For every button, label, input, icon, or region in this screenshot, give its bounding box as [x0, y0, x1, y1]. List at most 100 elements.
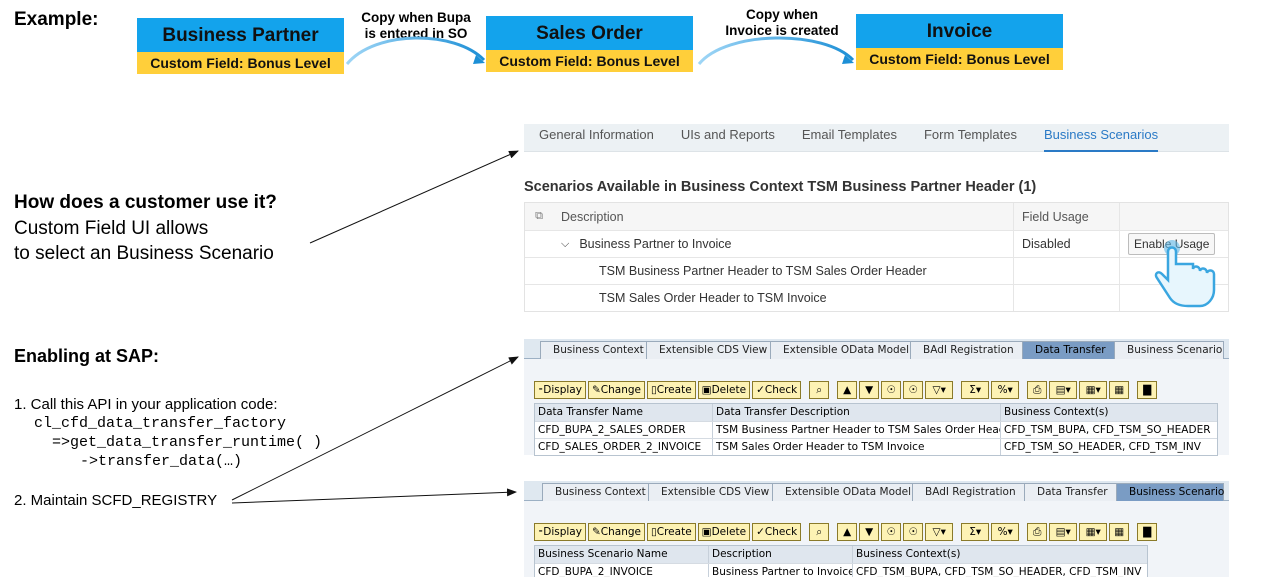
table-row[interactable]: CFD_BUPA_2_SALES_ORDER TSM Business Part…	[535, 421, 1217, 438]
usage-line-2: to select an Business Scenario	[14, 243, 274, 264]
gui-body: ⁃Display ✎Change ▯Create ▣Delete ✓Check …	[524, 359, 1229, 456]
chevron-down-icon[interactable]: ⌵	[561, 238, 569, 251]
change-button[interactable]: ✎Change	[587, 523, 645, 541]
scenarios-heading: Scenarios Available in Business Context …	[524, 179, 1037, 195]
usage-line-1: Custom Field UI allows	[14, 218, 209, 239]
flow-caption-so-to-invoice: Copy when Invoice is created	[712, 7, 852, 39]
box-field: Custom Field: Bonus Level	[856, 48, 1063, 70]
button-label: Change	[600, 384, 641, 396]
details-icon[interactable]: ⌕	[809, 381, 830, 399]
filter-icon[interactable]: ▽▾	[925, 523, 954, 541]
sort-descending-icon[interactable]: ▼	[859, 381, 880, 399]
tab-business-scenarios[interactable]: Business Scenarios	[1043, 124, 1159, 152]
button-label: Create	[656, 384, 692, 396]
sort-descending-icon[interactable]: ▼	[859, 523, 880, 541]
print-icon[interactable]: ⎙	[1027, 381, 1048, 399]
cell-business-context: CFD_TSM_BUPA, CFD_TSM_SO_HEADER	[1004, 424, 1211, 436]
create-button[interactable]: ▯Create	[646, 381, 696, 399]
tab-extensible-odata-model[interactable]: Extensible OData Model	[770, 341, 912, 359]
subtotal-icon[interactable]: %▾	[991, 523, 1020, 541]
button-label: Delete	[711, 384, 747, 396]
layout-icon[interactable]: ▦	[1109, 523, 1130, 541]
copy-icon[interactable]: ⧉	[525, 210, 553, 223]
tab-badi-registration[interactable]: BAdI Registration	[910, 341, 1024, 359]
tab-data-transfer[interactable]: Data Transfer	[1024, 483, 1118, 501]
find-icon[interactable]: ☉	[881, 523, 902, 541]
button-label: Display	[543, 384, 582, 396]
sap-gui-data-transfer: Business Context Extensible CDS View Ext…	[524, 339, 1229, 456]
tab-uis-and-reports[interactable]: UIs and Reports	[681, 124, 775, 151]
sort-ascending-icon[interactable]: ▲	[837, 523, 858, 541]
box-field: Custom Field: Bonus Level	[137, 52, 344, 74]
sap-gui-business-scenario: Business Context Extensible CDS View Ext…	[524, 481, 1229, 577]
tab-extensible-cds-view[interactable]: Extensible CDS View	[646, 341, 772, 359]
tab-business-context[interactable]: Business Context	[542, 483, 650, 501]
data-transfer-grid: Data Transfer Name Data Transfer Descrip…	[534, 403, 1218, 456]
pencil-icon: ✎	[591, 526, 601, 538]
graphic-icon[interactable]: ▇	[1137, 523, 1158, 541]
tab-extensible-odata-model[interactable]: Extensible OData Model	[772, 483, 914, 501]
sum-icon[interactable]: Σ▾	[961, 381, 990, 399]
print-icon[interactable]: ⎙	[1027, 523, 1048, 541]
cell-name: CFD_SALES_ORDER_2_INVOICE	[535, 439, 713, 455]
row-description: TSM Sales Order Header to TSM Invoice	[553, 285, 1014, 311]
sum-icon[interactable]: Σ▾	[961, 523, 990, 541]
delete-button[interactable]: ▣Delete	[697, 523, 751, 541]
display-button[interactable]: ⁃Display	[534, 381, 586, 399]
find-next-icon[interactable]: ☉	[903, 381, 924, 399]
layout-icon[interactable]: ▦	[1109, 381, 1130, 399]
export-icon[interactable]: ▦▾	[1079, 523, 1108, 541]
filter-icon[interactable]: ▽▾	[925, 381, 954, 399]
table-header-row: ⧉ Description Field Usage	[525, 203, 1228, 230]
tab-email-templates[interactable]: Email Templates	[802, 124, 897, 151]
tab-form-templates[interactable]: Form Templates	[924, 124, 1017, 151]
button-label: Change	[600, 526, 641, 538]
export-icon[interactable]: ▦▾	[1079, 381, 1108, 399]
custom-field-tabs: General Information UIs and Reports Emai…	[524, 124, 1229, 152]
find-next-icon[interactable]: ☉	[903, 523, 924, 541]
change-button[interactable]: ✎Change	[587, 381, 645, 399]
views-icon[interactable]: ▤▾	[1049, 381, 1078, 399]
gui-tabs: Business Context Extensible CDS View Ext…	[524, 481, 1229, 501]
table-row[interactable]: CFD_SALES_ORDER_2_INVOICE TSM Sales Orde…	[535, 438, 1217, 455]
column-header-description: Description	[553, 203, 1014, 230]
subtotal-icon[interactable]: %▾	[991, 381, 1020, 399]
cell-name: CFD_BUPA_2_INVOICE	[535, 564, 709, 577]
row-description: TSM Business Partner Header to TSM Sales…	[553, 258, 1014, 284]
code-line-3: ->transfer_data(…)	[80, 453, 243, 470]
invoice-box: Invoice Custom Field: Bonus Level	[856, 14, 1063, 70]
display-button[interactable]: ⁃Display	[534, 523, 586, 541]
views-icon[interactable]: ▤▾	[1049, 523, 1078, 541]
trash-icon: ▣	[701, 526, 712, 538]
find-icon[interactable]: ☉	[881, 381, 902, 399]
check-button[interactable]: ✓Check	[752, 381, 802, 399]
row-field-usage	[1014, 258, 1120, 284]
graphic-icon[interactable]: ▇	[1137, 381, 1158, 399]
table-row: TSM Business Partner Header to TSM Sales…	[525, 257, 1228, 284]
pointer-usage-to-custom-field-ui	[309, 150, 519, 244]
details-icon[interactable]: ⌕	[809, 523, 830, 541]
tab-data-transfer[interactable]: Data Transfer	[1022, 341, 1116, 359]
flow-arrow-so-to-invoice	[697, 36, 855, 65]
row-field-usage	[1014, 285, 1120, 311]
tab-extensible-cds-view[interactable]: Extensible CDS View	[648, 483, 774, 501]
caption-line: Invoice is created	[725, 23, 839, 38]
tab-business-scenario[interactable]: Business Scenario	[1114, 341, 1224, 359]
delete-button[interactable]: ▣Delete	[697, 381, 751, 399]
enabling-step-1: 1. Call this API in your application cod…	[14, 396, 278, 413]
pointer-registry-to-business-scenario	[231, 488, 517, 504]
box-title: Business Partner	[137, 18, 344, 52]
check-button[interactable]: ✓Check	[752, 523, 802, 541]
table-row[interactable]: CFD_BUPA_2_INVOICE Business Partner to I…	[535, 563, 1147, 577]
column-header: Business Context(s)	[1004, 406, 1109, 418]
tab-badi-registration[interactable]: BAdI Registration	[912, 483, 1026, 501]
tab-business-scenario[interactable]: Business Scenario	[1116, 483, 1224, 501]
tab-business-context[interactable]: Business Context	[540, 341, 648, 359]
check-icon: ✓	[756, 384, 765, 396]
flow-caption-bupa-to-so: Copy when Bupa is entered in SO	[346, 10, 486, 42]
create-button[interactable]: ▯Create	[646, 523, 696, 541]
sort-ascending-icon[interactable]: ▲	[837, 381, 858, 399]
tab-general-information[interactable]: General Information	[539, 124, 654, 151]
table-row[interactable]: ⌵ Business Partner to Invoice Disabled E…	[525, 230, 1228, 257]
button-label: Check	[764, 526, 798, 538]
